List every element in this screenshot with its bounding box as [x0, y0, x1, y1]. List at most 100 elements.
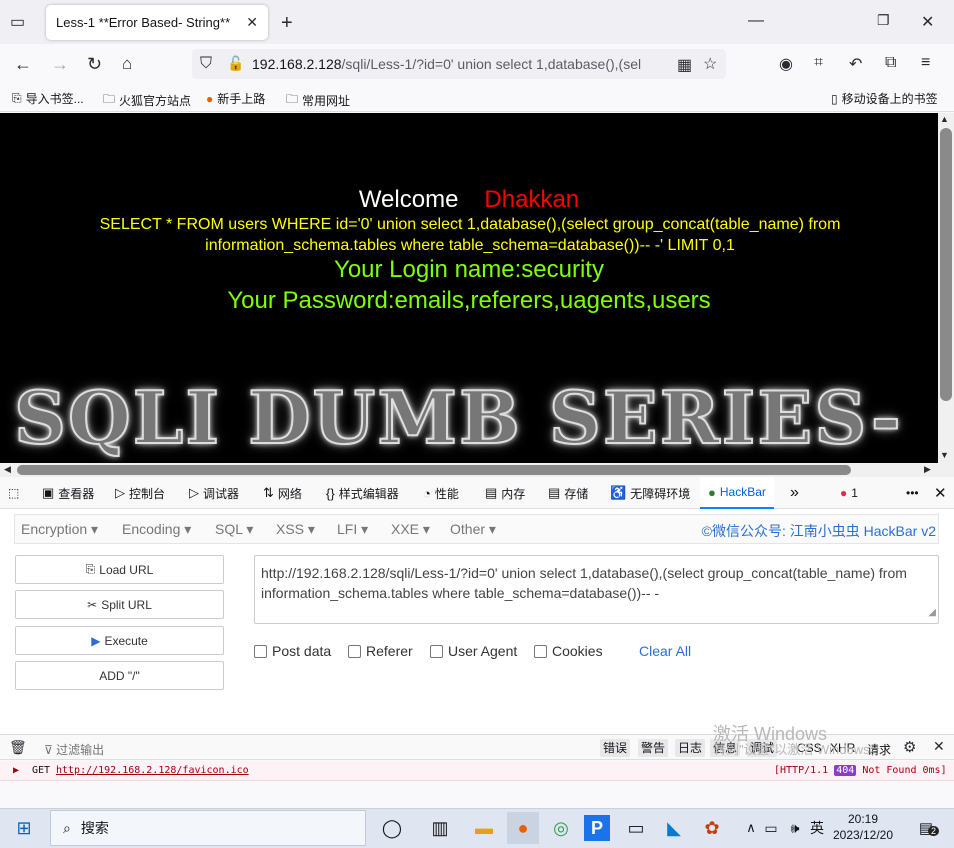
account-icon[interactable]: ◉ [779, 54, 793, 74]
more-tabs-icon[interactable]: » [790, 477, 799, 509]
console-log-row[interactable]: ▶ GET http://192.168.2.128/favicon.ico [… [0, 761, 954, 781]
hackbar-url-textarea[interactable]: http://192.168.2.128/sqli/Less-1/?id=0' … [254, 555, 939, 624]
tab-console[interactable]: ▷ 控制台 [115, 477, 165, 509]
trash-icon[interactable]: 🗑 [9, 739, 27, 756]
windows-start-icon[interactable]: ⊞ [8, 812, 40, 844]
scroll-down-icon[interactable]: ▼ [940, 450, 949, 460]
error-count-badge[interactable]: ● 1 [840, 477, 858, 509]
expand-arrow-icon[interactable]: ▶ [13, 765, 19, 776]
minimize-icon[interactable]: — [748, 12, 764, 30]
pycharm-icon[interactable]: P [584, 815, 610, 841]
devtools-menu-icon[interactable]: ••• [906, 477, 919, 509]
vertical-scroll-thumb[interactable] [940, 128, 952, 401]
terminal-icon[interactable]: ▭ [620, 812, 652, 844]
bookmark-label: 常用网址 [302, 94, 351, 108]
back-icon[interactable]: ← [14, 54, 32, 75]
scroll-right-icon[interactable]: ▶ [924, 464, 931, 475]
new-tab-icon[interactable]: + [281, 12, 293, 35]
task-view-icon[interactable]: ◯ [376, 812, 408, 844]
close-console-icon[interactable]: ✕ [933, 738, 945, 755]
menu-xss[interactable]: XSS ▾ [276, 521, 315, 538]
web-page-content: Welcome Dhakkan SELECT * FROM users WHERE… [0, 113, 938, 463]
bookmark-getting-started[interactable]: ● 新手上路 [206, 90, 265, 107]
vscode-icon[interactable]: ◣ [658, 812, 690, 844]
execute-button[interactable]: ▶ Execute [15, 626, 224, 655]
tab-memory[interactable]: ▤ 内存 [485, 477, 525, 509]
app-icon[interactable]: ✿ [696, 812, 728, 844]
load-url-button[interactable]: ⎘ Load URL [15, 555, 224, 584]
level-logs[interactable]: 日志 [675, 739, 706, 757]
checkbox-box[interactable] [348, 644, 361, 658]
home-icon[interactable]: ⌂ [122, 54, 132, 74]
screenshot-icon[interactable]: ⌗ [814, 54, 823, 72]
qr-code-icon[interactable]: ▦ [674, 55, 696, 75]
file-explorer-icon[interactable]: ▬ [468, 812, 500, 844]
filter-placeholder: 过滤输出 [56, 743, 105, 757]
scroll-up-icon[interactable]: ▲ [940, 114, 949, 124]
tab-style-editor[interactable]: {} 样式编辑器 [326, 477, 399, 509]
log-url-link[interactable]: http://192.168.2.128/favicon.ico [56, 765, 249, 776]
forward-icon[interactable]: → [51, 54, 69, 75]
insecure-lock-icon[interactable]: 🔓 [227, 55, 244, 72]
tab-title: Less-1 **Error Based- String** [56, 15, 231, 30]
tab-hackbar[interactable]: ● HackBar [700, 477, 774, 509]
menu-encoding[interactable]: Encoding ▾ [122, 521, 191, 538]
bookmark-import[interactable]: ⎘ 导入书签... [12, 90, 84, 107]
extensions-icon[interactable]: ⧉ [885, 54, 896, 72]
add-slash-button[interactable]: ADD "/" [15, 661, 224, 690]
tab-inspector[interactable]: ▣ 查看器 [42, 477, 94, 509]
menu-icon[interactable]: ≡ [921, 54, 930, 72]
user-agent-checkbox[interactable]: User Agent [430, 643, 517, 659]
bookmark-mobile[interactable]: ▯ 移动设备上的书签 [831, 90, 938, 107]
menu-sql[interactable]: SQL ▾ [215, 521, 253, 538]
tab-list-icon[interactable]: ▭ [10, 12, 25, 32]
level-errors[interactable]: 错误 [600, 739, 631, 757]
resize-handle-icon[interactable]: ◢ [928, 603, 936, 623]
menu-lfi[interactable]: LFI ▾ [337, 521, 368, 538]
log-response[interactable]: [HTTP/1.1 404 Not Found 0ms] [774, 765, 947, 776]
settings-gear-icon[interactable]: ⚙ [903, 738, 916, 756]
bookmark-common-sites[interactable]: 🗀 常用网址 [286, 90, 350, 111]
taskbar-search-box[interactable]: ⌕ 搜索 [50, 810, 366, 846]
shield-icon[interactable]: ⛉ [200, 55, 212, 73]
reload-icon[interactable]: ↻ [87, 54, 102, 75]
chrome-icon[interactable]: ◎ [545, 812, 577, 844]
tab-performance[interactable]: ◔ 性能 [423, 477, 459, 509]
clear-all-link[interactable]: Clear All [639, 643, 691, 659]
bookmark-star-icon[interactable]: ☆ [700, 54, 721, 74]
query-line: information_schema.tables where table_sc… [205, 237, 735, 254]
cookies-checkbox[interactable]: Cookies [534, 643, 603, 659]
notification-center[interactable]: ▤ 2 [910, 812, 942, 844]
close-tab-icon[interactable]: ✕ [246, 14, 258, 31]
close-devtools-icon[interactable]: ✕ [934, 477, 947, 509]
tab-network[interactable]: ⇅ 网络 [263, 477, 302, 509]
close-window-icon[interactable]: ✕ [921, 12, 934, 32]
checkbox-box[interactable] [430, 644, 443, 658]
browser-tab[interactable]: Less-1 **Error Based- String** ✕ [46, 5, 268, 40]
filter-output-input[interactable]: ⊽ 过滤输出 [44, 741, 104, 758]
tab-strip: ▭ Less-1 **Error Based- String** ✕ + — ❐… [0, 0, 954, 44]
split-url-button[interactable]: ✂ Split URL [15, 590, 224, 619]
tab-label: 控制台 [129, 486, 166, 501]
horizontal-scroll-thumb[interactable] [17, 465, 851, 475]
restore-icon[interactable]: ❐ [877, 12, 890, 29]
tab-debugger[interactable]: ▷ 调试器 [189, 477, 239, 509]
level-warnings[interactable]: 警告 [638, 739, 669, 757]
checkbox-box[interactable] [534, 644, 547, 658]
menu-other[interactable]: Other ▾ [450, 521, 496, 538]
tab-storage[interactable]: ▤ 存储 [548, 477, 588, 509]
tab-accessibility[interactable]: ♿ 无障碍环境 [610, 477, 690, 509]
taskbar-clock[interactable]: 20:19 2023/12/20 [826, 811, 900, 843]
bookmark-firefox-site[interactable]: 🗀 火狐官方站点 [103, 90, 191, 111]
checkbox-box[interactable] [254, 644, 267, 658]
element-picker-icon[interactable]: ⬚ [8, 477, 19, 509]
referer-checkbox[interactable]: Referer [348, 643, 413, 659]
undo-icon[interactable]: ↶ [849, 54, 862, 74]
firefox-taskbar-icon[interactable]: ● [507, 812, 539, 844]
scroll-left-icon[interactable]: ◀ [4, 464, 11, 475]
menu-encryption[interactable]: Encryption ▾ [21, 521, 98, 538]
menu-xxe[interactable]: XXE ▾ [391, 521, 430, 538]
widgets-icon[interactable]: ▥ [424, 812, 456, 844]
address-bar[interactable]: ⛉ 🔓 192.168.2.128/sqli/Less-1/?id=0' uni… [192, 49, 726, 79]
post-data-checkbox[interactable]: Post data [254, 643, 331, 659]
